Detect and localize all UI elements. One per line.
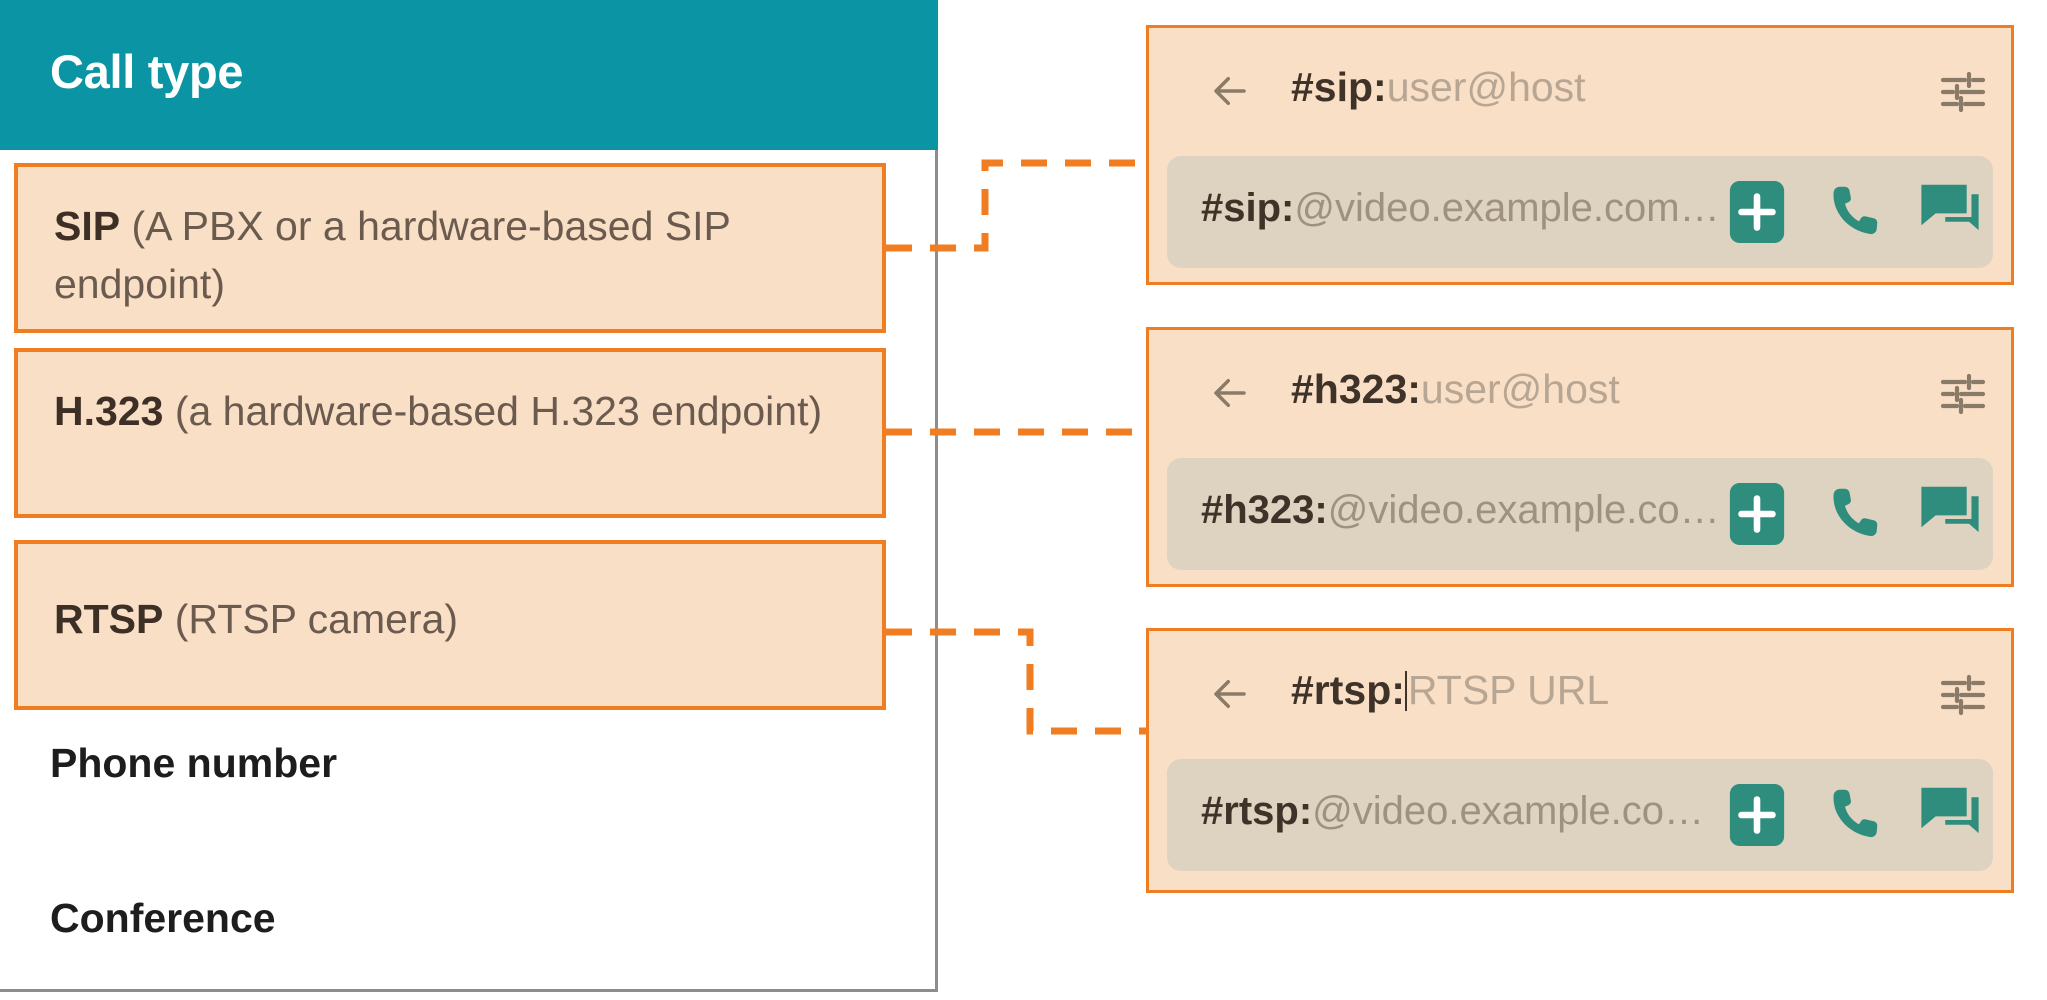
- call-type-option-rtsp-label: RTSP: [54, 596, 164, 642]
- dialer-card-rtsp-input-rest: @video.example.co…: [1312, 789, 1705, 833]
- dialer-card-rtsp-input-row[interactable]: #rtsp:@video.example.co…: [1167, 759, 1993, 871]
- arrow-left-icon[interactable]: [1209, 673, 1251, 715]
- page-title: Call type: [50, 45, 244, 98]
- call-type-option-h323-description: (a hardware-based H.323 endpoint): [174, 388, 823, 434]
- tune-icon[interactable]: [1939, 370, 1987, 418]
- phone-icon[interactable]: [1823, 783, 1885, 845]
- panel-header: Call type: [0, 0, 938, 150]
- dialer-card-rtsp-input-scheme: #rtsp:: [1201, 789, 1313, 833]
- plus-icon[interactable]: [1729, 181, 1785, 243]
- call-type-option-sip-label: SIP: [54, 203, 121, 249]
- arrow-left-icon[interactable]: [1209, 372, 1251, 414]
- call-type-option-sip-text: SIP (A PBX or a hardware-based SIP endpo…: [54, 197, 858, 313]
- dialer-card-h323-input-rest: @video.example.co…: [1327, 488, 1720, 532]
- text-cursor: [1404, 671, 1407, 711]
- call-type-panel: Call type SIP (A PBX or a hardware-based…: [0, 0, 938, 992]
- call-type-option-conference[interactable]: Conference: [50, 895, 276, 942]
- phone-icon[interactable]: [1823, 482, 1885, 544]
- dialer-card-sip-input-scheme: #sip:: [1201, 186, 1295, 230]
- dialer-card-h323-input-value[interactable]: #h323:@video.example.co…: [1201, 488, 1720, 533]
- dialer-card-sip-title-placeholder: user@host: [1386, 64, 1586, 110]
- plus-icon[interactable]: [1729, 784, 1785, 846]
- call-type-option-sip-description: (A PBX or a hardware-based SIP endpoint): [54, 203, 731, 307]
- call-type-option-h323-label: H.323: [54, 388, 164, 434]
- dialer-card-rtsp-title-scheme: #rtsp:: [1291, 667, 1405, 713]
- dialer-card-h323-input-row[interactable]: #h323:@video.example.co…: [1167, 458, 1993, 570]
- tune-icon[interactable]: [1939, 671, 1987, 719]
- call-type-option-sip[interactable]: SIP (A PBX or a hardware-based SIP endpo…: [14, 163, 886, 333]
- dialer-card-h323-title-placeholder: user@host: [1420, 366, 1620, 412]
- dialer-card-sip-title-scheme: #sip:: [1291, 64, 1387, 110]
- dialer-card-rtsp-title[interactable]: #rtsp:RTSP URL: [1291, 667, 1609, 714]
- plus-icon[interactable]: [1729, 483, 1785, 545]
- call-type-option-h323-text: H.323 (a hardware-based H.323 endpoint): [54, 382, 858, 440]
- dialer-card-h323-title[interactable]: #h323:user@host: [1291, 366, 1620, 413]
- call-type-option-h323[interactable]: H.323 (a hardware-based H.323 endpoint): [14, 348, 886, 518]
- dialer-card-h323: #h323:user@host #h323:@video.example.co…: [1146, 327, 2014, 587]
- call-type-option-rtsp-text: RTSP (RTSP camera): [54, 590, 858, 648]
- dialer-card-rtsp-input-value[interactable]: #rtsp:@video.example.co…: [1201, 789, 1704, 834]
- dialer-card-h323-input-scheme: #h323:: [1201, 488, 1328, 532]
- dialer-card-rtsp: #rtsp:RTSP URL #rtsp:@video.example.co…: [1146, 628, 2014, 893]
- dialer-card-sip-topbar: #sip:user@host: [1149, 28, 2011, 154]
- arrow-left-icon[interactable]: [1209, 70, 1251, 112]
- chat-icon[interactable]: [1919, 785, 1981, 843]
- dialer-card-rtsp-topbar: #rtsp:RTSP URL: [1149, 631, 2011, 757]
- dialer-card-h323-topbar: #h323:user@host: [1149, 330, 2011, 456]
- dialer-card-sip-input-value[interactable]: #sip:@video.example.com…: [1201, 186, 1720, 231]
- dialer-card-rtsp-title-placeholder: RTSP URL: [1407, 667, 1610, 713]
- call-type-option-rtsp-description: (RTSP camera): [174, 596, 459, 642]
- dialer-card-sip: #sip:user@host #sip:@video.example.com…: [1146, 25, 2014, 285]
- chat-icon[interactable]: [1919, 182, 1981, 240]
- dialer-card-sip-title[interactable]: #sip:user@host: [1291, 64, 1586, 111]
- dialer-card-sip-input-row[interactable]: #sip:@video.example.com…: [1167, 156, 1993, 268]
- dialer-card-sip-input-rest: @video.example.com…: [1294, 186, 1720, 230]
- dialer-card-h323-title-scheme: #h323:: [1291, 366, 1421, 412]
- phone-icon[interactable]: [1823, 180, 1885, 242]
- tune-icon[interactable]: [1939, 68, 1987, 116]
- call-type-option-phone-number[interactable]: Phone number: [50, 740, 337, 787]
- chat-icon[interactable]: [1919, 484, 1981, 542]
- call-type-option-rtsp[interactable]: RTSP (RTSP camera): [14, 540, 886, 710]
